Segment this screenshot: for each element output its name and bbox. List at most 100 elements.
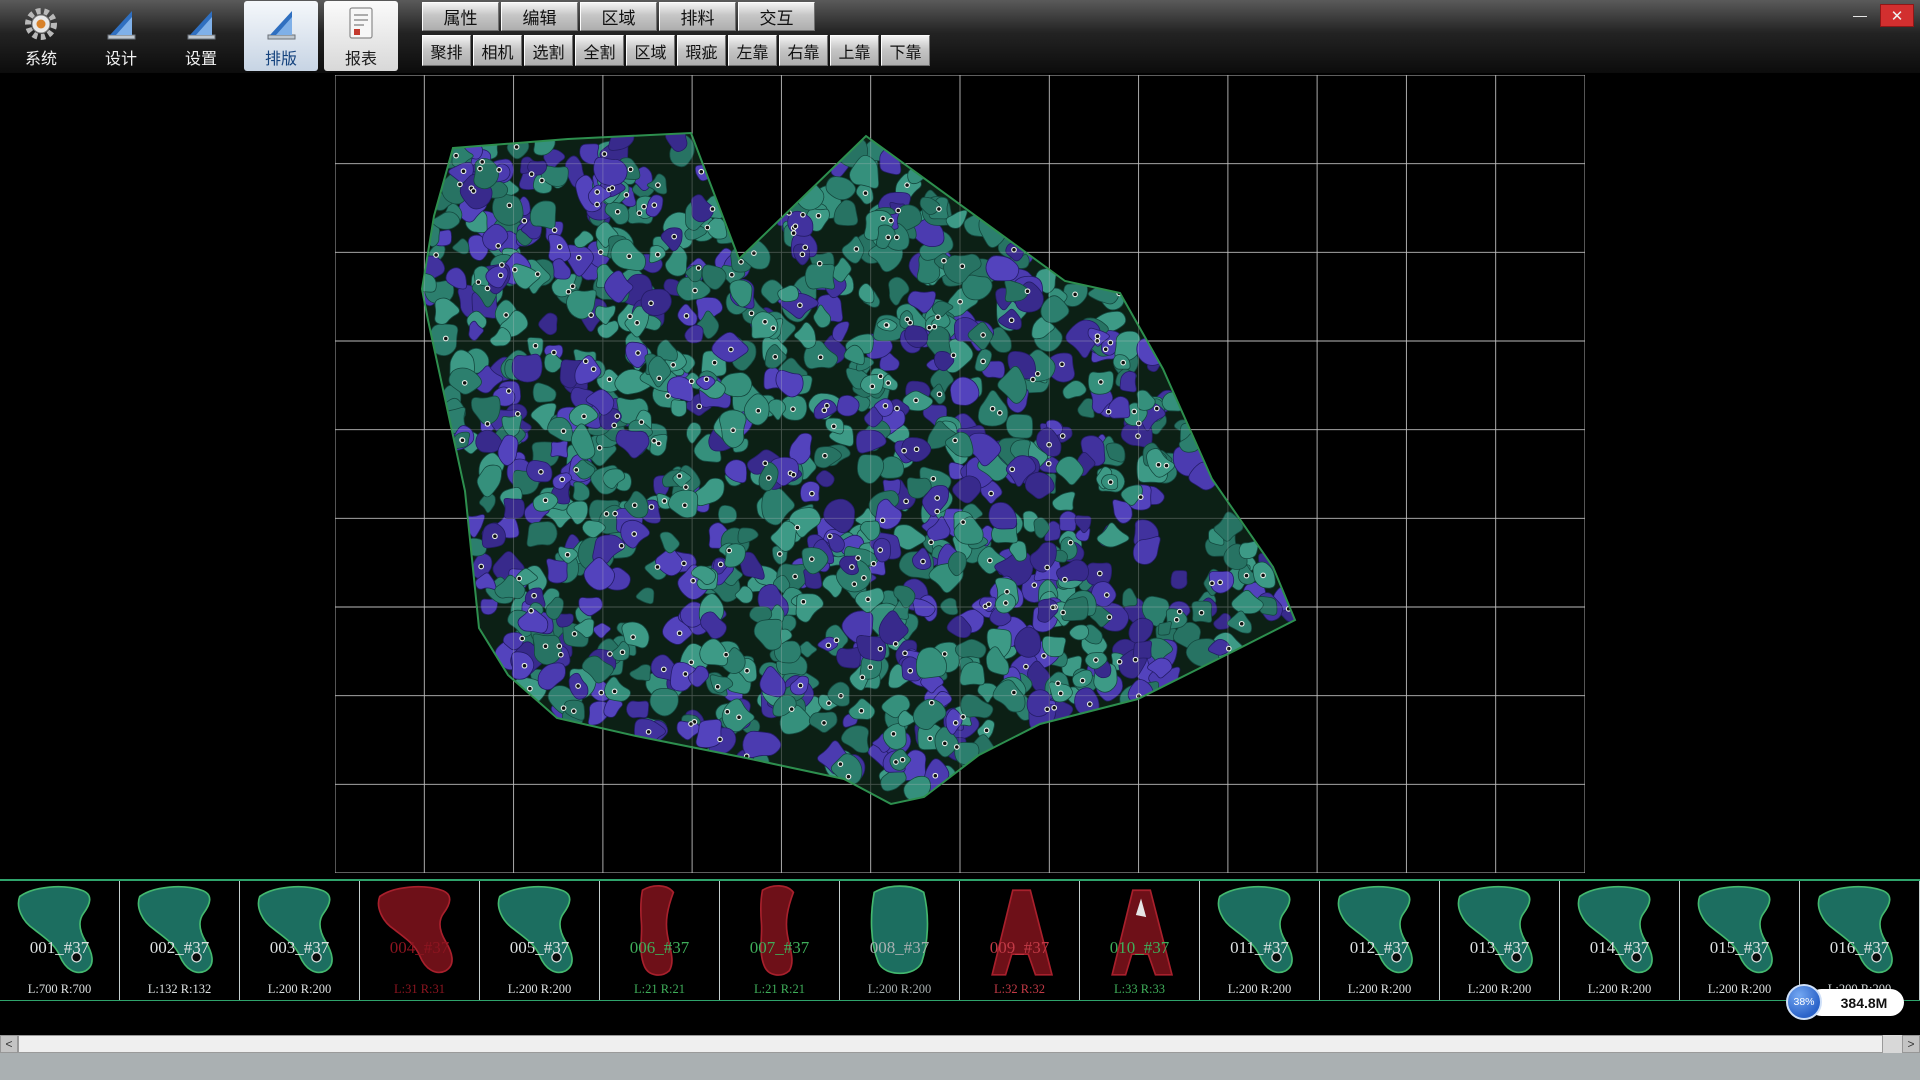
piece-name: 006_#37 [600, 938, 719, 958]
piece-lr-count: L:200 R:200 [1440, 982, 1559, 997]
close-button[interactable]: ✕ [1880, 4, 1914, 27]
tool-button-align-top[interactable]: 上靠 [830, 35, 879, 66]
piece-thumbnail[interactable]: 002_#37 L:132 R:132 [120, 881, 240, 1000]
piece-thumbnail[interactable]: 009_#37 L:32 R:32 [960, 881, 1080, 1000]
nav-report-button[interactable]: 报表 [324, 1, 398, 71]
piece-thumbnail[interactable]: 006_#37 L:21 R:21 [600, 881, 720, 1000]
piece-lr-count: L:200 R:200 [1320, 982, 1439, 997]
tool-button-cluster-nest[interactable]: 聚排 [422, 35, 471, 66]
piece-lr-count: L:21 R:21 [600, 982, 719, 997]
scroll-left-arrow[interactable]: < [0, 1035, 18, 1053]
piece-shape [490, 882, 590, 980]
horizontal-scrollbar[interactable]: < > [0, 1035, 1920, 1053]
tool-button-region[interactable]: 区域 [626, 35, 675, 66]
tool-button-cut-all[interactable]: 全割 [575, 35, 624, 66]
piece-thumbnail[interactable]: 007_#37L:21 R:21 [720, 881, 840, 1000]
nav-label: 设置 [185, 45, 217, 69]
nav-settings-button[interactable]: 设置 [164, 1, 238, 71]
piece-shape [1690, 882, 1790, 980]
piece-shape [1090, 882, 1190, 980]
piece-shape [370, 882, 470, 980]
menu-area: 属性编辑区域排料交互 聚排相机选割全割区域瑕疵左靠右靠上靠下靠 [422, 0, 930, 66]
piece-lr-count: L:33 R:33 [1080, 982, 1199, 997]
nesting-layout-svg[interactable] [335, 75, 1585, 873]
tool-button-camera[interactable]: 相机 [473, 35, 522, 66]
piece-shape [1210, 882, 1310, 980]
application-window: 系统 设计 设置 [0, 0, 1920, 1080]
piece-name: 015_#37 [1680, 938, 1799, 958]
piece-thumbnail[interactable]: 005_#37 L:200 R:200 [480, 881, 600, 1000]
piece-thumbnail[interactable]: 016_#37L:200 R:200 [1800, 881, 1920, 1000]
design-icon [101, 4, 141, 44]
scrollbar-thumb[interactable] [18, 1035, 1883, 1053]
tool-button-align-right[interactable]: 右靠 [779, 35, 828, 66]
menu-tab-region[interactable]: 区域 [580, 2, 657, 31]
piece-lr-count: L:700 R:700 [0, 982, 119, 997]
piece-shape [610, 882, 710, 980]
piece-thumbnail[interactable]: 004_#37L:31 R:31 [360, 881, 480, 1000]
tool-button-align-left[interactable]: 左靠 [728, 35, 777, 66]
piece-name: 003_#37 [240, 938, 359, 958]
piece-thumbnail[interactable]: 001_#37L:700 R:700 [0, 881, 120, 1000]
scrollbar-track[interactable] [18, 1035, 1902, 1053]
piece-thumbnail-strip: 001_#37L:700 R:700002_#37L:132 R:132003_… [0, 879, 1920, 1001]
report-icon [341, 4, 381, 44]
menu-tab-edit[interactable]: 编辑 [501, 2, 578, 31]
nav-label: 报表 [345, 45, 377, 69]
piece-thumbnail[interactable]: 011_#37L:200 R:200 [1200, 881, 1320, 1000]
piece-name: 012_#37 [1320, 938, 1439, 958]
menu-tab-row: 属性编辑区域排料交互 [422, 2, 930, 31]
piece-shape [10, 882, 110, 980]
piece-thumbnail[interactable]: 014_#37 L:200 R:200 [1560, 881, 1680, 1000]
piece-thumbnail[interactable]: 010_#37 L:33 R:33 [1080, 881, 1200, 1000]
scroll-right-arrow[interactable]: > [1902, 1035, 1920, 1053]
piece-name: 005_#37 [480, 938, 599, 958]
nav-design-button[interactable]: 设计 [84, 1, 158, 71]
menu-tab-interact[interactable]: 交互 [738, 2, 815, 31]
progress-indicator: 38% [1786, 984, 1822, 1020]
bottom-status-strip [0, 1053, 1920, 1080]
piece-lr-count: L:31 R:31 [360, 982, 479, 997]
piece-shape [1810, 882, 1910, 980]
piece-name: 009_#37 [960, 938, 1079, 958]
nav-system-button[interactable]: 系统 [4, 1, 78, 71]
menu-tab-properties[interactable]: 属性 [422, 2, 499, 31]
piece-name: 002_#37 [120, 938, 239, 958]
piece-thumbnail[interactable]: 012_#37 L:200 R:200 [1320, 881, 1440, 1000]
window-controls: — ✕ [1844, 4, 1914, 27]
piece-thumbnail[interactable]: 013_#37 L:200 R:200 [1440, 881, 1560, 1000]
piece-lr-count: L:200 R:200 [1680, 982, 1799, 997]
piece-shape [850, 882, 950, 980]
tool-button-align-bottom[interactable]: 下靠 [881, 35, 930, 66]
piece-lr-count: L:200 R:200 [480, 982, 599, 997]
tool-button-defect[interactable]: 瑕疵 [677, 35, 726, 66]
menu-tab-nesting[interactable]: 排料 [659, 2, 736, 31]
piece-lr-count: L:132 R:132 [120, 982, 239, 997]
piece-shape [130, 882, 230, 980]
tool-button-select-cut[interactable]: 选割 [524, 35, 573, 66]
piece-shape [730, 882, 830, 980]
piece-lr-count: L:200 R:200 [1560, 982, 1679, 997]
piece-name: 008_#37 [840, 938, 959, 958]
settings-icon [181, 4, 221, 44]
piece-thumbnail[interactable]: 015_#37 L:200 R:200 [1680, 881, 1800, 1000]
piece-name: 011_#37 [1200, 938, 1319, 958]
piece-thumbnail[interactable]: 008_#37 L:200 R:200 [840, 881, 960, 1000]
piece-name: 014_#37 [1560, 938, 1679, 958]
memory-indicator: 384.8M [1808, 989, 1904, 1016]
piece-thumbnail[interactable]: 003_#37L:200 R:200 [240, 881, 360, 1000]
status-badge: 384.8M 38% [1786, 984, 1920, 1022]
piece-lr-count: L:32 R:32 [960, 982, 1079, 997]
tool-button-row: 聚排相机选割全割区域瑕疵左靠右靠上靠下靠 [422, 35, 930, 66]
piece-shape [1450, 882, 1550, 980]
piece-shape [1570, 882, 1670, 980]
piece-lr-count: L:200 R:200 [840, 982, 959, 997]
nav-nesting-button[interactable]: 排版 [244, 1, 318, 71]
minimize-button[interactable]: — [1844, 4, 1876, 25]
piece-name: 010_#37 [1080, 938, 1199, 958]
nav-label: 设计 [105, 45, 137, 69]
piece-name: 013_#37 [1440, 938, 1559, 958]
nav-label: 排版 [265, 45, 297, 69]
piece-lr-count: L:21 R:21 [720, 982, 839, 997]
nesting-workspace[interactable] [0, 73, 1920, 879]
